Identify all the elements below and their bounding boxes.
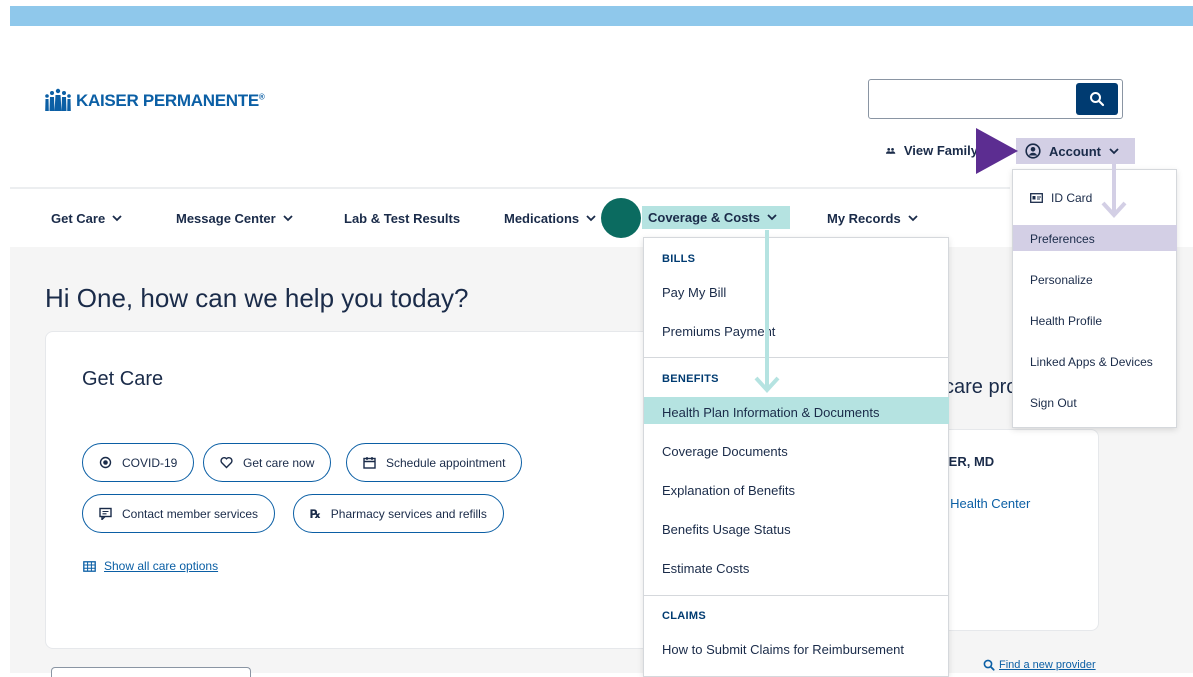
annotation-arrow-purple xyxy=(976,128,1018,174)
menu-item-sign-out[interactable]: Sign Out xyxy=(1030,396,1077,410)
view-family-label: View Family xyxy=(903,143,978,158)
nav-label: Get Care xyxy=(51,211,106,226)
logo-text: KAISER PERMANENTE xyxy=(76,91,259,110)
partial-input-box[interactable] xyxy=(51,667,251,677)
menu-divider xyxy=(644,357,948,358)
arrowhead-teal-icon xyxy=(754,376,780,393)
menu-item-health-profile[interactable]: Health Profile xyxy=(1030,314,1102,328)
nav-label: Medications xyxy=(504,211,580,226)
chevron-down-icon xyxy=(586,215,596,222)
nav-my-records[interactable]: My Records xyxy=(827,211,918,226)
nav-lab-results[interactable]: Lab & Test Results xyxy=(344,211,460,226)
pill-label: COVID-19 xyxy=(122,455,178,470)
chevron-down-icon xyxy=(767,214,777,221)
nav-label: Lab & Test Results xyxy=(344,211,461,226)
coverage-costs-dropdown: BILLS Pay My Bill Premiums Payment BENEF… xyxy=(643,237,949,677)
family-icon xyxy=(886,147,896,154)
chevron-down-icon xyxy=(1109,147,1119,154)
chat-icon xyxy=(99,507,112,520)
top-banner xyxy=(10,6,1193,26)
logo-people-icon xyxy=(44,88,72,114)
show-all-care-options-link[interactable]: Show all care options xyxy=(83,559,218,573)
account-dropdown: ID Card Preferences Personalize Health P… xyxy=(1012,169,1177,428)
pill-label: Get care now xyxy=(243,455,315,470)
menu-item-premiums-payment[interactable]: Premiums Payment xyxy=(662,324,775,339)
user-circle-icon xyxy=(1025,143,1041,159)
benefits-heading: BENEFITS xyxy=(662,373,719,385)
menu-item-preferences[interactable]: Preferences xyxy=(1030,232,1095,246)
find-new-provider-link[interactable]: Find a new provider xyxy=(983,659,1096,671)
health-center-link[interactable]: y Health Center xyxy=(940,496,1030,511)
nav-label: Message Center xyxy=(176,211,276,226)
show-all-label: Show all care options xyxy=(104,559,219,573)
account-menu-button[interactable]: Account xyxy=(1016,138,1135,164)
schedule-appointment-button[interactable]: Schedule appointment xyxy=(346,443,523,482)
menu-item-personalize[interactable]: Personalize xyxy=(1030,273,1093,287)
menu-item-coverage-documents[interactable]: Coverage Documents xyxy=(662,444,788,459)
logo-registered: ® xyxy=(258,92,265,102)
menu-item-pay-my-bill[interactable]: Pay My Bill xyxy=(662,285,726,300)
menu-item-explanation-of-benefits[interactable]: Explanation of Benefits xyxy=(662,483,795,498)
grid-icon xyxy=(83,560,96,572)
annotation-arrow-teal xyxy=(765,230,769,388)
menu-item-linked-apps[interactable]: Linked Apps & Devices xyxy=(1030,355,1153,369)
search-icon xyxy=(983,659,995,671)
chevron-down-icon xyxy=(112,215,122,222)
get-care-now-button[interactable]: Get care now xyxy=(203,443,332,482)
nav-message-center[interactable]: Message Center xyxy=(176,211,293,226)
menu-label: ID Card xyxy=(1051,191,1093,205)
menu-item-benefits-usage[interactable]: Benefits Usage Status xyxy=(662,522,791,537)
chevron-down-icon xyxy=(283,215,293,222)
search-box xyxy=(868,79,1123,119)
nav-medications[interactable]: Medications xyxy=(504,211,596,226)
nav-get-care[interactable]: Get Care xyxy=(51,211,122,226)
nav-label: My Records xyxy=(827,211,901,226)
account-label: Account xyxy=(1049,143,1101,159)
arrowhead-purple-icon xyxy=(1101,201,1127,218)
covid-button[interactable]: COVID-19 xyxy=(82,443,195,482)
get-care-title: Get Care xyxy=(82,368,164,390)
annotation-dot xyxy=(601,198,641,238)
calendar-icon xyxy=(363,457,376,469)
contact-member-services-button[interactable]: Contact member services xyxy=(82,494,276,533)
pharmacy-button[interactable]: ℞ Pharmacy services and refills xyxy=(293,494,504,533)
menu-item-id-card[interactable]: ID Card xyxy=(1030,191,1092,205)
pill-label: Contact member services xyxy=(122,506,259,521)
menu-divider xyxy=(644,595,948,596)
chevron-down-icon xyxy=(908,215,918,222)
menu-item-submit-claims[interactable]: How to Submit Claims for Reimbursement xyxy=(662,642,904,657)
pill-label: Pharmacy services and refills xyxy=(330,506,487,521)
nav-label: Coverage & Costs xyxy=(648,210,760,225)
heart-icon xyxy=(220,457,233,469)
kaiser-logo[interactable]: KAISER PERMANENTE® xyxy=(44,88,265,114)
care-provider-heading: care pro xyxy=(944,376,1018,398)
pill-label: Schedule appointment xyxy=(386,455,506,470)
menu-item-health-plan-info[interactable]: Health Plan Information & Documents xyxy=(662,405,880,420)
bills-heading: BILLS xyxy=(662,253,696,265)
claims-heading: CLAIMS xyxy=(662,610,706,622)
id-card-icon xyxy=(1030,193,1043,203)
search-icon xyxy=(1090,92,1105,107)
virus-icon xyxy=(99,456,112,469)
nav-coverage-costs[interactable]: Coverage & Costs xyxy=(642,206,790,229)
menu-item-estimate-costs[interactable]: Estimate Costs xyxy=(662,561,749,576)
search-input[interactable] xyxy=(869,80,1069,118)
search-button[interactable] xyxy=(1076,83,1118,115)
rx-icon: ℞ xyxy=(310,506,321,521)
page-greeting: Hi One, how can we help you today? xyxy=(45,283,469,313)
find-provider-label: Find a new provider xyxy=(999,659,1096,671)
view-family-link[interactable]: View Family xyxy=(886,143,978,158)
